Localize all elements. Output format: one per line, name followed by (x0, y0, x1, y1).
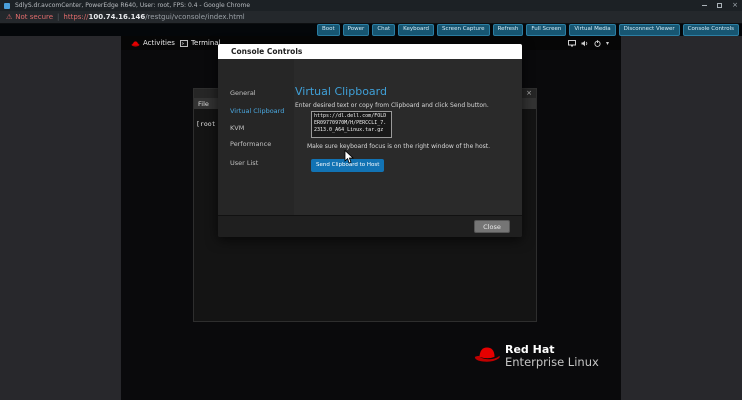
browser-window-title: SdlyS.dr.avcomCenter, PowerEdge R640, Us… (15, 2, 250, 9)
virtual-media-button[interactable]: Virtual Media (569, 24, 615, 36)
screenshot-root: SdlyS.dr.avcomCenter, PowerEdge R640, Us… (0, 0, 742, 400)
activities-label: Activities (143, 39, 175, 47)
idrac-console-toolbar: Boot Power Chat Keyboard Screen Capture … (0, 24, 742, 36)
volume-icon (581, 40, 589, 47)
redhat-hat-icon (131, 40, 140, 47)
url-path: /restgui/vconsole/index.html (145, 13, 245, 21)
power-icon (594, 40, 601, 47)
dialog-header: Console Controls (218, 44, 522, 59)
virtual-clipboard-description: Enter desired text or copy from Clipboar… (295, 102, 489, 109)
minimize-icon[interactable] (702, 5, 707, 6)
terminal-close-icon[interactable]: × (526, 89, 532, 98)
sidebar-item-virtual-clipboard[interactable]: Virtual Clipboard (230, 107, 284, 115)
sidebar-item-general[interactable]: General (230, 89, 256, 97)
redhat-fedora-icon (473, 343, 501, 367)
chat-button[interactable]: Chat (372, 24, 395, 36)
sidebar-item-performance[interactable]: Performance (230, 140, 271, 148)
dialog-close-button[interactable]: Close (474, 220, 510, 233)
power-button[interactable]: Power (343, 24, 370, 36)
dialog-title: Console Controls (218, 44, 522, 59)
terminal-icon (180, 40, 188, 47)
virtual-clipboard-heading: Virtual Clipboard (295, 85, 387, 98)
browser-address-bar[interactable]: ⚠ Not secure | https:// 100.74.16.146 /r… (0, 11, 742, 24)
terminal-app-label: Terminal (191, 39, 221, 47)
keyboard-button[interactable]: Keyboard (398, 24, 434, 36)
gnome-top-bar-left: Activities Terminal (131, 39, 221, 47)
refresh-button[interactable]: Refresh (493, 24, 524, 36)
dialog-sidebar: General Virtual Clipboard KVM Performanc… (218, 59, 294, 215)
url-divider: | (57, 13, 59, 21)
dialog-footer: Close (218, 215, 522, 237)
rhel-logo-text: Red Hat Enterprise Linux (505, 343, 599, 369)
terminal-file-menu[interactable]: File (198, 100, 209, 108)
chevron-down-icon: ▾ (606, 40, 609, 47)
not-secure-label[interactable]: Not secure (15, 13, 53, 21)
disconnect-viewer-button[interactable]: Disconnect Viewer (619, 24, 680, 36)
dialog-body: General Virtual Clipboard KVM Performanc… (218, 59, 522, 215)
browser-favicon (4, 3, 10, 9)
sidebar-item-kvm[interactable]: KVM (230, 124, 244, 132)
sidebar-item-user-list[interactable]: User List (230, 159, 258, 167)
display-icon (568, 40, 576, 47)
boot-button[interactable]: Boot (317, 24, 340, 36)
not-secure-warning-icon: ⚠ (6, 13, 12, 21)
terminal-app-menu[interactable]: Terminal (180, 39, 221, 47)
dialog-main-panel: Virtual Clipboard Enter desired text or … (294, 59, 522, 215)
console-controls-dialog: Console Controls General Virtual Clipboa… (218, 44, 522, 237)
rhel-wallpaper-logo: Red Hat Enterprise Linux (473, 343, 599, 369)
maximize-icon[interactable] (717, 3, 722, 8)
console-controls-button[interactable]: Console Controls (683, 24, 739, 36)
browser-titlebar: SdlyS.dr.avcomCenter, PowerEdge R640, Us… (0, 0, 742, 11)
gnome-status-area[interactable]: ▾ (568, 36, 609, 50)
url-host: 100.74.16.146 (89, 13, 146, 21)
terminal-prompt: [root (196, 120, 216, 128)
keyboard-focus-note: Make sure keyboard focus is on the right… (307, 143, 490, 150)
window-controls: × (702, 0, 738, 11)
activities-menu[interactable]: Activities (131, 39, 175, 47)
clipboard-textarea[interactable]: https://dl.dell.com/FOLDER09770970M/H/PE… (311, 111, 392, 138)
full-screen-button[interactable]: Full Screen (526, 24, 566, 36)
send-clipboard-button[interactable]: Send Clipboard to Host (311, 159, 384, 172)
close-icon[interactable]: × (732, 0, 738, 11)
url-protocol: https:// (63, 13, 88, 21)
rhel-logo-line2: Enterprise Linux (505, 356, 599, 369)
screen-capture-button[interactable]: Screen Capture (437, 24, 490, 36)
